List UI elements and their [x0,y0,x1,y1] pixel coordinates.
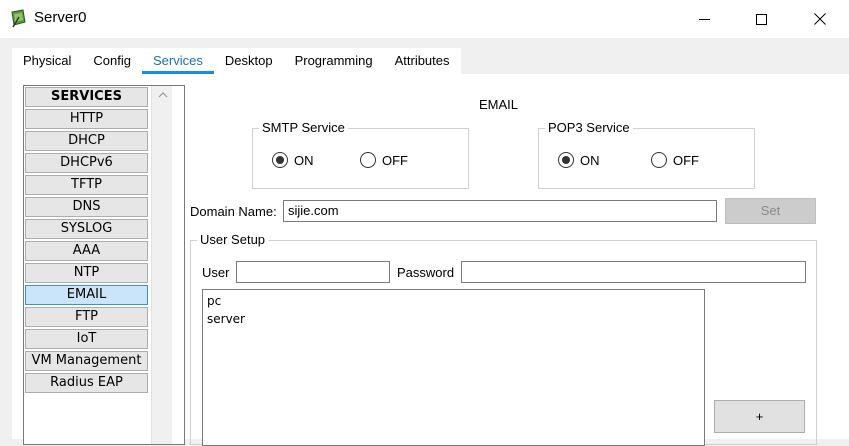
service-aaa[interactable]: AAA [25,241,148,261]
tab-config[interactable]: Config [82,48,142,74]
pop3-off-radio[interactable]: OFF [651,152,699,168]
service-email[interactable]: EMAIL [25,285,148,305]
tab-services[interactable]: Services [142,48,214,74]
maximize-button[interactable] [739,4,783,34]
password-label: Password [397,265,455,280]
minimize-button[interactable] [682,4,726,34]
set-button[interactable]: Set [725,198,816,224]
close-button[interactable] [798,4,842,34]
minimize-icon [698,18,710,20]
services-list: SERVICES HTTP DHCP DHCPv6 TFTP DNS SYSLO… [23,85,185,445]
pop3-service-group: POP3 Service ON OFF [538,120,755,189]
pop3-on-radio[interactable]: ON [558,152,600,168]
email-title: EMAIL [479,97,519,112]
password-input[interactable] [461,261,806,283]
maximize-icon [755,13,767,25]
radio-unchecked-icon [651,152,667,168]
radio-unchecked-icon [360,152,376,168]
tab-bar: Physical Config Services Desktop Program… [12,48,461,74]
service-dhcp[interactable]: DHCP [25,131,148,151]
pop3-service-legend: POP3 Service [545,120,633,136]
service-iot[interactable]: IoT [25,329,148,349]
window-title: Server0 [34,9,87,26]
service-ntp[interactable]: NTP [25,263,148,283]
chevron-up-icon [158,92,167,98]
service-tftp[interactable]: TFTP [25,175,148,195]
smtp-off-radio[interactable]: OFF [360,152,408,168]
services-scrollbar[interactable] [151,86,172,444]
service-dhcpv6[interactable]: DHCPv6 [25,153,148,173]
list-item[interactable]: server [207,310,700,328]
pop3-on-label: ON [580,152,600,168]
user-setup-legend: User Setup [197,232,269,248]
smtp-service-legend: SMTP Service [259,120,348,136]
domain-name-input[interactable]: sijie.com [283,200,717,222]
add-user-button[interactable]: + [714,400,805,433]
user-label: User [202,265,230,280]
domain-name-label: Domain Name: [190,204,277,219]
user-input[interactable] [236,261,390,283]
smtp-off-label: OFF [382,152,408,168]
scroll-up-button[interactable] [152,86,173,104]
service-syslog[interactable]: SYSLOG [25,219,148,239]
tab-desktop[interactable]: Desktop [214,48,284,74]
services-header: SERVICES [25,87,148,107]
user-setup-group: User Setup User Password pc server + [190,232,817,446]
services-panel: SERVICES HTTP DHCP DHCPv6 TFTP DNS SYSLO… [12,74,849,446]
pop3-off-label: OFF [673,152,699,168]
list-item[interactable]: pc [207,292,700,310]
close-icon [814,13,826,25]
server-app-icon [9,9,29,29]
title-bar: Server0 [0,0,849,38]
service-dns[interactable]: DNS [25,197,148,217]
smtp-service-group: SMTP Service ON OFF [252,120,469,189]
service-http[interactable]: HTTP [25,109,148,129]
radio-checked-icon [558,152,574,168]
radio-checked-icon [272,152,288,168]
smtp-on-radio[interactable]: ON [272,152,314,168]
user-list[interactable]: pc server [202,289,705,446]
smtp-on-label: ON [294,152,314,168]
services-list-items: SERVICES HTTP DHCP DHCPv6 TFTP DNS SYSLO… [24,86,149,395]
service-radius-eap[interactable]: Radius EAP [25,373,148,393]
tab-attributes[interactable]: Attributes [384,48,461,74]
tab-programming[interactable]: Programming [284,48,384,74]
service-ftp[interactable]: FTP [25,307,148,327]
tab-physical[interactable]: Physical [12,48,82,74]
service-vm-management[interactable]: VM Management [25,351,148,371]
